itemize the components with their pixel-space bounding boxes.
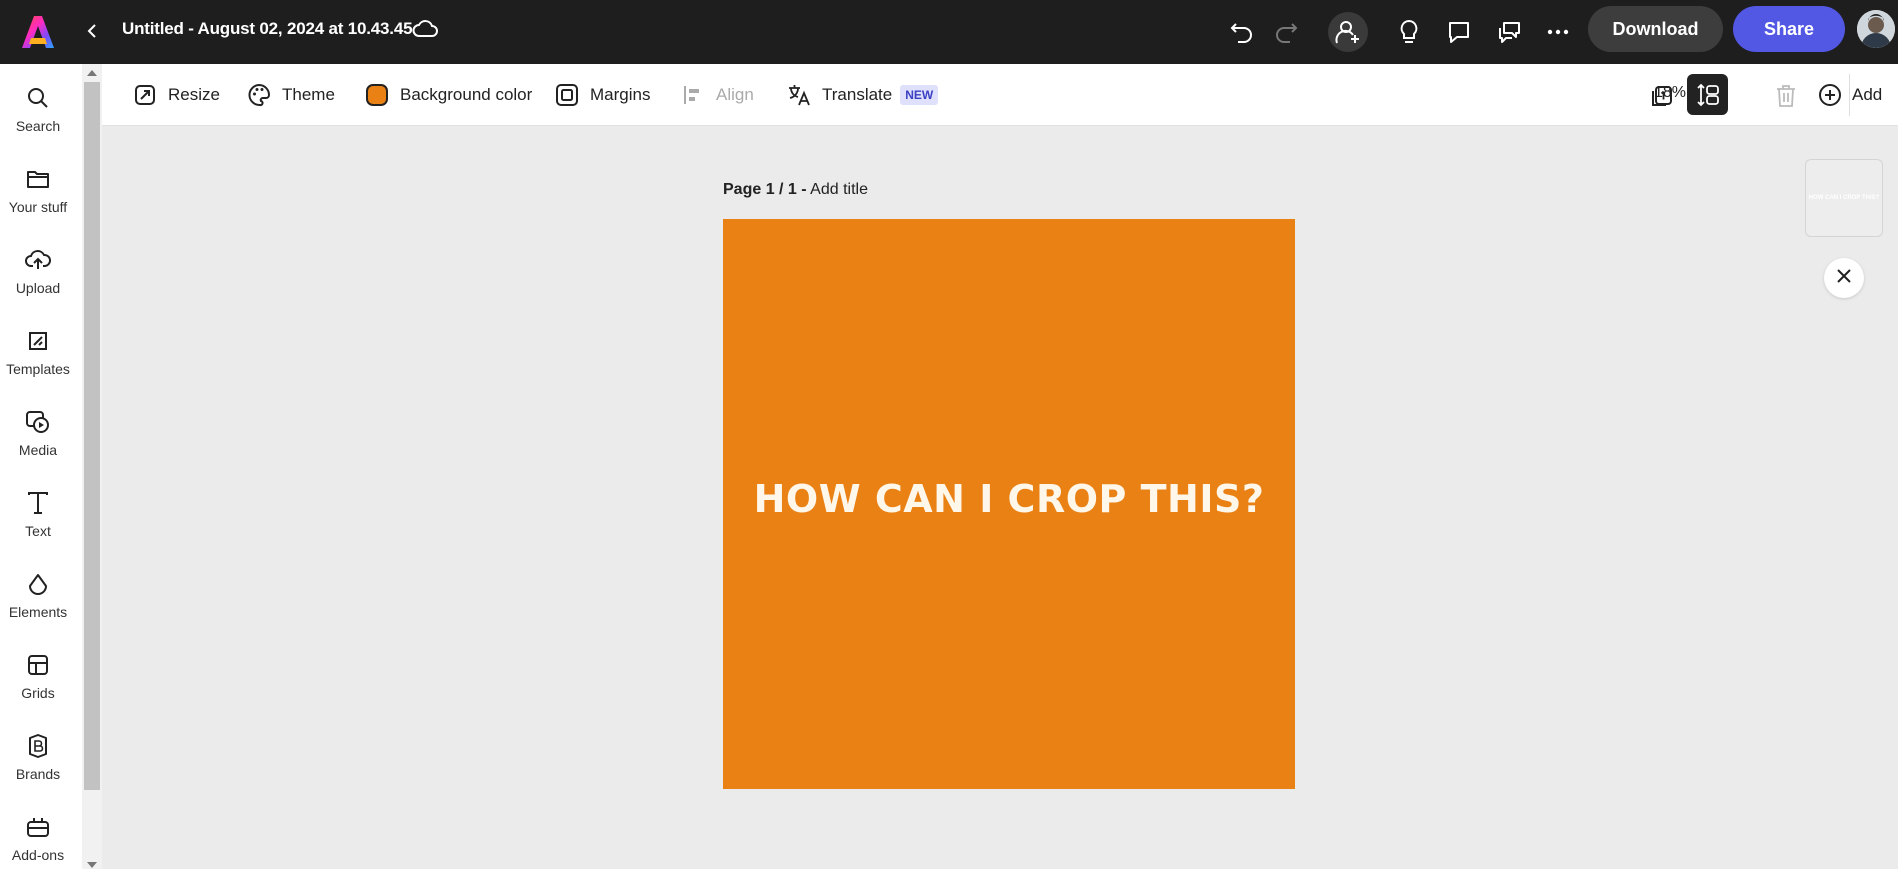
- close-panel-button[interactable]: [1824, 258, 1864, 298]
- margins-icon: [554, 82, 580, 108]
- download-button[interactable]: Download: [1588, 6, 1723, 52]
- background-color-button[interactable]: Background color: [364, 82, 532, 108]
- invite-user-icon[interactable]: [1328, 12, 1368, 52]
- background-color-label: Background color: [400, 85, 533, 104]
- sidebar-item-grids[interactable]: Grids: [0, 645, 76, 707]
- add-page-button[interactable]: Add: [1818, 82, 1882, 108]
- delete-page-icon[interactable]: [1766, 76, 1806, 116]
- comment-icon[interactable]: [1439, 12, 1479, 52]
- document-title[interactable]: Untitled - August 02, 2024 at 10.43.45: [122, 19, 413, 39]
- sidebar-item-add-ons[interactable]: Add-ons: [0, 807, 76, 869]
- upload-icon: [24, 246, 52, 274]
- theme-label: Theme: [282, 85, 335, 104]
- sidebar-item-brands[interactable]: Brands: [0, 726, 76, 788]
- folder-icon: [24, 165, 52, 193]
- scroll-down-arrow-icon[interactable]: [87, 862, 97, 868]
- back-chevron-icon[interactable]: [82, 16, 102, 46]
- sidebar-item-search[interactable]: Search: [0, 78, 76, 140]
- translate-icon: [786, 82, 812, 108]
- translate-label: Translate: [822, 85, 893, 104]
- palette-icon: [246, 82, 272, 108]
- cloud-icon[interactable]: [410, 14, 440, 44]
- scroll-layout-icon[interactable]: [1687, 74, 1728, 115]
- scroll-up-arrow-icon[interactable]: [87, 70, 97, 76]
- options-toolbar: Resize Theme Background color Margins Al…: [102, 64, 1898, 126]
- page-number: Page 1 / 1 -: [723, 181, 807, 198]
- align-left-icon: [680, 82, 706, 108]
- share-button[interactable]: Share: [1733, 6, 1845, 52]
- page-label: Page 1 / 1 - Add title: [723, 181, 868, 199]
- sidebar-item-label: Media: [18, 442, 58, 458]
- media-icon: [24, 408, 52, 436]
- sidebar-item-media[interactable]: Media: [0, 402, 76, 464]
- templates-icon: [24, 327, 52, 355]
- add-label: Add: [1852, 85, 1883, 104]
- page-count-icon[interactable]: [1642, 76, 1682, 116]
- sidebar-item-label: Templates: [6, 361, 70, 377]
- sidebar-item-label: Elements: [8, 604, 68, 620]
- sidebar-item-your-stuff[interactable]: Your stuff: [0, 159, 76, 221]
- theme-button[interactable]: Theme: [246, 82, 335, 108]
- color-swatch-icon: [364, 82, 390, 108]
- artboard-text[interactable]: HOW CAN I CROP THIS?: [754, 477, 1265, 521]
- chat-icon[interactable]: [1489, 12, 1529, 52]
- close-icon: [1836, 268, 1852, 289]
- more-icon[interactable]: [1538, 12, 1578, 52]
- sidebar-item-label: Text: [25, 523, 51, 539]
- margins-button[interactable]: Margins: [554, 82, 650, 108]
- avatar[interactable]: [1857, 10, 1895, 48]
- add-title-link[interactable]: Add title: [810, 181, 868, 198]
- sidebar-item-label: Your stuff: [8, 199, 68, 215]
- sidebar-item-label: Add-ons: [11, 847, 65, 863]
- translate-button[interactable]: Translate NEW: [786, 82, 939, 108]
- text-icon: [24, 489, 52, 517]
- sidebar-item-label: Search: [15, 118, 61, 134]
- sidebar-item-label: Grids: [21, 685, 55, 701]
- undo-icon[interactable]: [1222, 12, 1262, 52]
- sidebar-item-label: Brands: [15, 766, 61, 782]
- search-icon: [24, 84, 52, 112]
- lightbulb-icon[interactable]: [1389, 12, 1429, 52]
- sidebar-item-upload[interactable]: Upload: [0, 240, 76, 302]
- sidebar-item-templates[interactable]: Templates: [0, 321, 76, 383]
- resize-icon: [132, 82, 158, 108]
- sidebar-scrollbar-thumb[interactable]: [84, 82, 100, 790]
- new-badge: NEW: [900, 85, 939, 105]
- brands-icon: [24, 732, 52, 760]
- sidebar-item-text[interactable]: Text: [0, 483, 76, 545]
- align-button[interactable]: Align: [680, 82, 754, 108]
- left-sidebar: Search Your stuff Upload Templates Media…: [0, 64, 82, 869]
- align-label: Align: [716, 85, 754, 104]
- grids-icon: [24, 651, 52, 679]
- page-thumbnail[interactable]: HOW CAN I CROP THIS?: [1805, 159, 1883, 237]
- adobe-express-logo[interactable]: [20, 12, 56, 52]
- thumbnail-text: HOW CAN I CROP THIS?: [1808, 195, 1880, 201]
- sidebar-item-label: Upload: [15, 280, 61, 296]
- margins-label: Margins: [590, 85, 651, 104]
- artboard[interactable]: HOW CAN I CROP THIS?: [723, 219, 1295, 789]
- redo-icon[interactable]: [1266, 12, 1306, 52]
- plus-circle-icon: [1818, 83, 1842, 107]
- sidebar-item-elements[interactable]: Elements: [0, 564, 76, 626]
- elements-icon: [24, 570, 52, 598]
- resize-button[interactable]: Resize: [132, 82, 220, 108]
- addons-icon: [24, 813, 52, 841]
- resize-label: Resize: [168, 85, 220, 104]
- top-bar: Untitled - August 02, 2024 at 10.43.45 D…: [0, 0, 1898, 64]
